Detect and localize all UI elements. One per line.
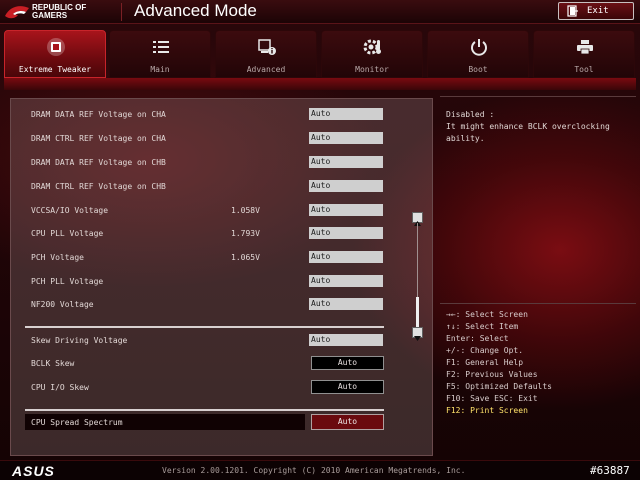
advanced-info-icon xyxy=(258,39,276,55)
asus-logo: ASUS xyxy=(12,463,55,479)
rog-eye-icon xyxy=(5,6,29,19)
exit-label: Exit xyxy=(587,6,609,16)
setting-value-field[interactable]: Auto xyxy=(309,108,383,120)
setting-value-field[interactable]: Auto xyxy=(309,132,383,144)
gear-thermometer-icon xyxy=(363,39,381,55)
tweaker-chip-icon xyxy=(47,38,65,56)
setting-value-field[interactable]: Auto xyxy=(309,251,383,263)
settings-panel: DRAM DATA REF Voltage on CHA Auto DRAM C… xyxy=(10,98,433,456)
tab-main[interactable]: Main xyxy=(109,30,211,78)
rog-brand-text: REPUBLIC OF GAMERS xyxy=(32,4,116,20)
help-description: Disabled : It might enhance BCLK overclo… xyxy=(446,109,636,145)
voltage-reading: 1.065V xyxy=(231,253,260,262)
watermark-id: #63887 xyxy=(590,464,630,477)
setting-value-field[interactable]: Auto xyxy=(309,180,383,192)
setting-value-field[interactable]: Auto xyxy=(309,227,383,239)
setting-label: CPU Spread Spectrum xyxy=(31,418,123,427)
tab-label: Extreme Tweaker xyxy=(18,65,92,74)
setting-label: CPU PLL Voltage xyxy=(31,229,104,238)
tab-label: Boot xyxy=(468,65,488,74)
selected-value-field[interactable]: Auto xyxy=(311,414,384,430)
key-hint: +/-: Change Opt. xyxy=(446,346,524,355)
setting-value-field[interactable]: Auto xyxy=(311,380,384,394)
tab-boot[interactable]: Boot xyxy=(427,30,529,78)
key-hint: F1: General Help xyxy=(446,358,524,367)
tab-label: Monitor xyxy=(355,65,389,74)
key-hint: →←: Select Screen xyxy=(446,310,528,319)
scroll-thumb[interactable] xyxy=(416,297,419,327)
section-divider xyxy=(25,326,384,328)
key-legend: →←: Select Screen ↑↓: Select Item Enter:… xyxy=(446,309,636,417)
tab-underline xyxy=(4,78,636,90)
tab-tool[interactable]: Tool xyxy=(533,30,635,78)
printer-icon xyxy=(577,40,593,55)
setting-label: PCH Voltage xyxy=(31,253,84,262)
voltage-reading: 1.058V xyxy=(231,206,260,215)
key-hint: F5: Optimized Defaults xyxy=(446,382,552,391)
power-icon xyxy=(471,39,487,56)
key-hint: ↑↓: Select Item xyxy=(446,322,519,331)
scroll-up-button[interactable] xyxy=(412,212,423,226)
help-line: Disabled : xyxy=(446,110,495,119)
help-divider-top xyxy=(440,96,636,97)
setting-value-field[interactable]: Auto xyxy=(309,275,383,287)
setting-value-field[interactable]: Auto xyxy=(311,356,384,370)
scroll-down-button[interactable] xyxy=(412,327,423,341)
selected-row[interactable]: CPU Spread Spectrum xyxy=(25,414,305,430)
setting-label: CPU I/O Skew xyxy=(31,383,89,392)
key-hint: F10: Save ESC: Exit xyxy=(446,394,538,403)
setting-label: Skew Driving Voltage xyxy=(31,336,128,345)
setting-value-field[interactable]: Auto xyxy=(309,204,383,216)
help-line: ability. xyxy=(446,134,485,143)
tab-label: Tool xyxy=(574,65,594,74)
tab-extreme-tweaker[interactable]: Extreme Tweaker xyxy=(4,30,106,78)
key-hint: F2: Previous Values xyxy=(446,370,538,379)
rog-logo: REPUBLIC OF GAMERS xyxy=(4,2,116,22)
key-hint-print-screen: F12: Print Screen xyxy=(446,406,528,415)
setting-value-field[interactable]: Auto xyxy=(309,298,383,310)
setting-label: BCLK Skew xyxy=(31,359,75,368)
setting-label: PCH PLL Voltage xyxy=(31,277,104,286)
setting-label: VCCSA/IO Voltage xyxy=(31,206,109,215)
help-line: It might enhance BCLK overclocking xyxy=(446,122,610,131)
help-divider-bottom xyxy=(440,303,636,304)
list-icon xyxy=(153,41,169,53)
page-title: Advanced Mode xyxy=(134,1,257,20)
arrow-down-icon xyxy=(414,336,421,341)
setting-label: NF200 Voltage xyxy=(31,300,94,309)
exit-door-icon xyxy=(567,5,578,17)
section-divider xyxy=(25,409,384,411)
voltage-reading: 1.793V xyxy=(231,229,260,238)
setting-label: DRAM DATA REF Voltage on CHA xyxy=(31,110,166,119)
setting-label: DRAM CTRL REF Voltage on CHB xyxy=(31,182,166,191)
tab-monitor[interactable]: Monitor xyxy=(321,30,423,78)
setting-label: DRAM CTRL REF Voltage on CHA xyxy=(31,134,166,143)
key-hint: Enter: Select xyxy=(446,334,509,343)
brand-line-2: GAMERS xyxy=(32,11,68,20)
setting-label: DRAM DATA REF Voltage on CHB xyxy=(31,158,166,167)
tab-label: Advanced xyxy=(246,65,286,74)
version-text: Version 2.00.1201. Copyright (C) 2010 Am… xyxy=(162,466,466,475)
setting-value-field[interactable]: Auto xyxy=(309,334,383,346)
tab-advanced[interactable]: Advanced xyxy=(215,30,317,78)
title-bar: REPUBLIC OF GAMERS Advanced Mode Exit xyxy=(0,0,640,24)
header-divider xyxy=(121,3,122,21)
setting-value-field[interactable]: Auto xyxy=(309,156,383,168)
exit-button[interactable]: Exit xyxy=(558,2,634,20)
footer-bar: ASUS Version 2.00.1201. Copyright (C) 20… xyxy=(0,460,640,480)
tab-label: Main xyxy=(150,65,170,74)
